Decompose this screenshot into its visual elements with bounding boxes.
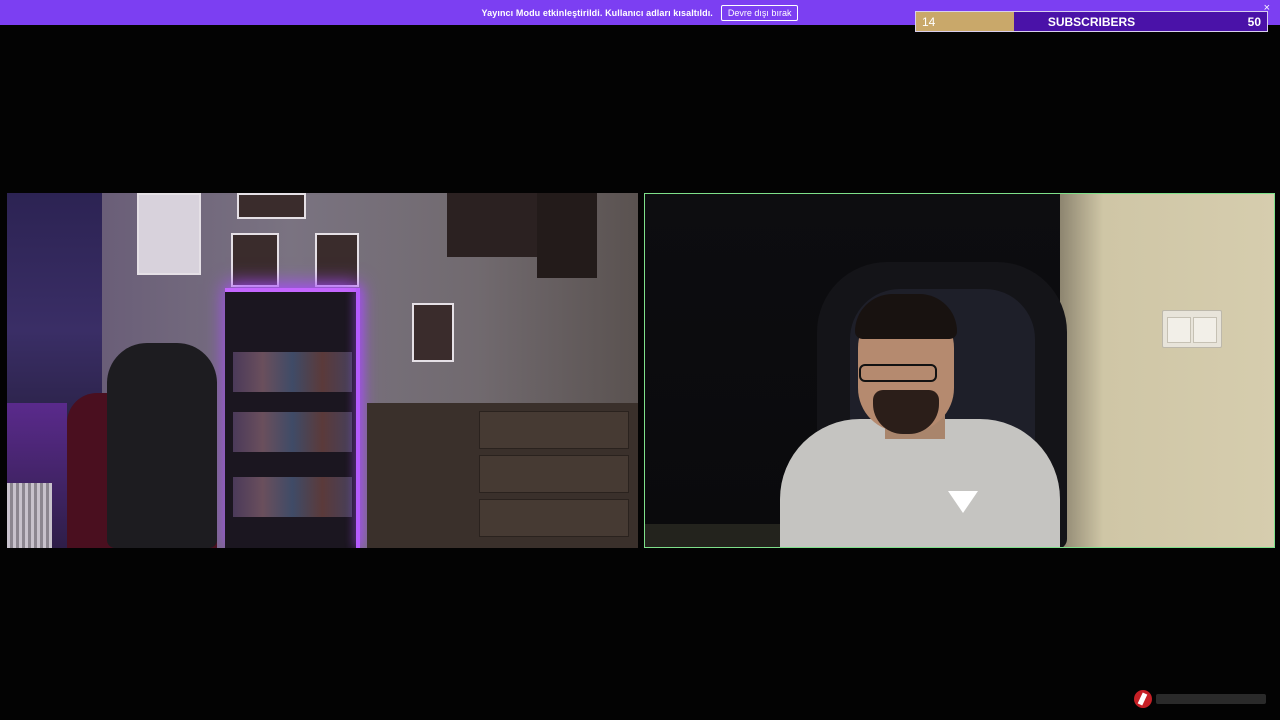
desk-edge bbox=[645, 524, 785, 547]
brand-logo-icon bbox=[1134, 690, 1152, 708]
picture-frame bbox=[315, 233, 359, 287]
shelf-row bbox=[233, 412, 352, 452]
picture-frame bbox=[237, 193, 306, 219]
shelf-row bbox=[233, 352, 352, 392]
drawer bbox=[479, 455, 629, 493]
light-switch bbox=[1162, 310, 1222, 348]
cabinet bbox=[367, 403, 638, 548]
stream-page: Yayıncı Modu etkinleştirildi. Kullanıcı … bbox=[0, 0, 1280, 720]
picture-frame bbox=[412, 303, 454, 362]
watermark-text bbox=[1156, 694, 1266, 704]
wall-art bbox=[447, 193, 541, 257]
goal-current-count: 14 bbox=[922, 14, 936, 29]
shelf-row bbox=[233, 477, 352, 517]
disable-streamer-mode-button[interactable]: Devre dışı bırak bbox=[720, 4, 799, 21]
bookshelf bbox=[225, 288, 360, 548]
window-blind bbox=[7, 193, 102, 423]
gaming-chair bbox=[107, 343, 217, 548]
subscriber-goal-widget: 14 SUBSCRIBERS 50 bbox=[915, 11, 1268, 32]
streamer-hair bbox=[855, 294, 957, 339]
portrait-frame bbox=[537, 193, 597, 278]
picture-frame bbox=[231, 233, 279, 287]
goal-label: SUBSCRIBERS bbox=[1047, 14, 1136, 29]
streamer-mode-notice-text: Yayıncı Modu etkinleştirildi. Kullanıcı … bbox=[481, 7, 713, 18]
led-strip bbox=[356, 288, 360, 548]
streamer-camera-feed bbox=[644, 193, 1275, 548]
drawer bbox=[479, 499, 629, 537]
goal-target-count: 50 bbox=[1247, 14, 1261, 29]
radiator bbox=[7, 483, 52, 548]
poster bbox=[137, 193, 201, 275]
drawer bbox=[479, 411, 629, 449]
streamer-glasses bbox=[859, 364, 937, 382]
watermark bbox=[1134, 690, 1266, 708]
light-wall bbox=[1060, 194, 1274, 547]
room-camera-feed bbox=[7, 193, 638, 548]
